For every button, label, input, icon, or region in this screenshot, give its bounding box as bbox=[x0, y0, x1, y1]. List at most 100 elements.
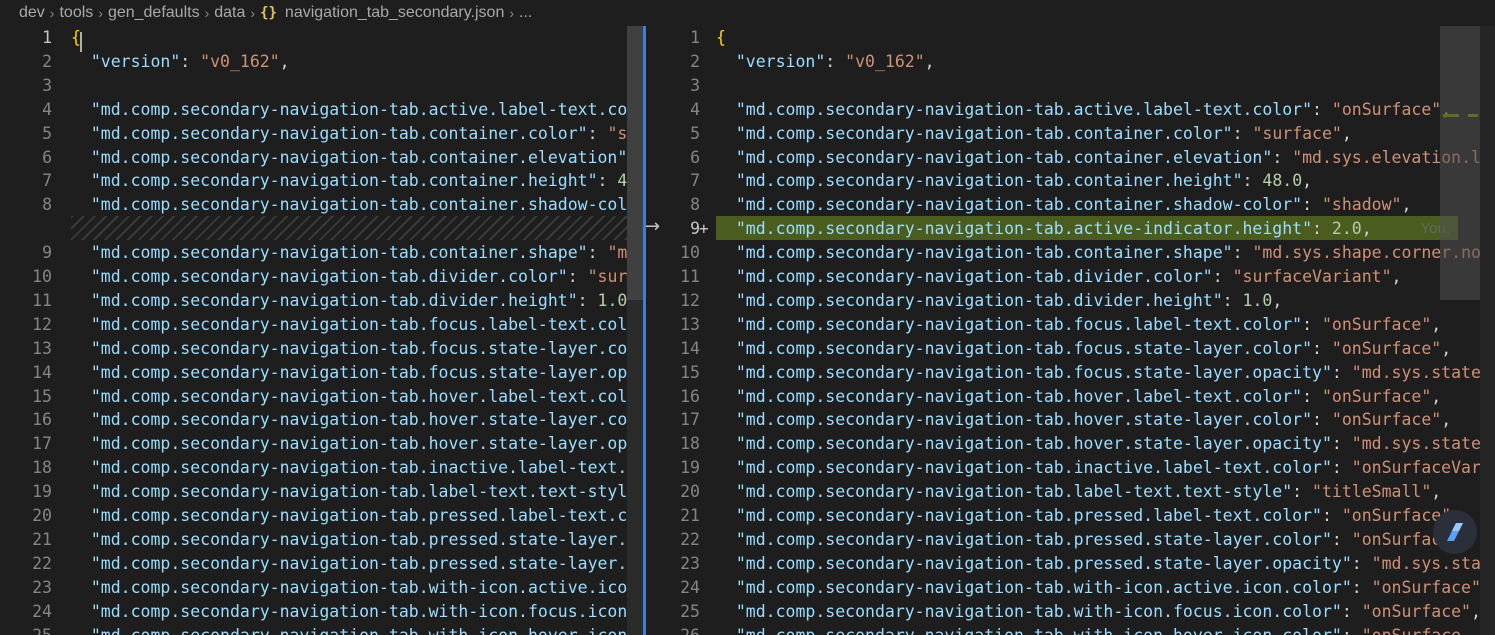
code-line[interactable]: 22 "md.comp.secondary-navigation-tab.pre… bbox=[0, 552, 643, 576]
breadcrumb-item-data[interactable]: data bbox=[214, 4, 245, 22]
json-value: "onSurface" bbox=[1331, 338, 1442, 358]
json-key: "md.comp.secondary-navigation-tab.divide… bbox=[90, 290, 578, 310]
code-line[interactable]: 8 "md.comp.secondary-navigation-tab.cont… bbox=[0, 193, 643, 217]
code-line[interactable]: 26 "md.comp.secondary-navigation-tab.wit… bbox=[648, 624, 1495, 635]
json-key: "md.comp.secondary-navigation-tab.with-i… bbox=[735, 601, 1342, 621]
code-line[interactable]: 3 bbox=[0, 74, 643, 98]
code-line[interactable]: 21 "md.comp.secondary-navigation-tab.pre… bbox=[0, 528, 643, 552]
code-line[interactable]: 20 "md.comp.secondary-navigation-tab.pre… bbox=[0, 504, 643, 528]
code-line[interactable]: 24 "md.comp.secondary-navigation-tab.wit… bbox=[0, 600, 643, 624]
code-line[interactable]: 1{ bbox=[648, 26, 1495, 50]
diff-placeholder-hatch bbox=[71, 216, 643, 240]
line-number: 15 bbox=[32, 386, 52, 406]
copilot-icon[interactable] bbox=[1433, 510, 1477, 554]
code-line[interactable]: 24 "md.comp.secondary-navigation-tab.wit… bbox=[648, 576, 1495, 600]
breadcrumb-item-dev[interactable]: dev bbox=[19, 4, 45, 22]
code-line[interactable]: 2 "version": "v0_162", bbox=[648, 50, 1495, 74]
right-editor-pane[interactable]: 1{2 "version": "v0_162", 3 4 "md.comp.seco… bbox=[648, 26, 1495, 635]
line-number: 13 bbox=[32, 338, 52, 358]
code-line[interactable]: 17 "md.comp.secondary-navigation-tab.hov… bbox=[648, 408, 1495, 432]
json-key: "md.comp.secondary-navigation-tab.contai… bbox=[90, 195, 643, 215]
code-line[interactable]: 15 "md.comp.secondary-navigation-tab.hov… bbox=[0, 385, 643, 409]
code-line[interactable]: 1{ bbox=[0, 26, 643, 50]
breadcrumb: dev › tools › gen_defaults › data › {} n… bbox=[0, 0, 1495, 26]
line-number: 5 bbox=[42, 123, 52, 143]
line-number: 2 bbox=[42, 51, 52, 71]
code-text: "md.comp.secondary-navigation-tab.contai… bbox=[71, 169, 643, 193]
code-line[interactable]: 16 "md.comp.secondary-navigation-tab.hov… bbox=[0, 408, 643, 432]
arrow-right-icon[interactable]: → bbox=[645, 216, 660, 237]
breadcrumb-item-tools[interactable]: tools bbox=[59, 4, 93, 22]
json-key: "md.comp.secondary-navigation-tab.presse… bbox=[90, 553, 643, 573]
code-line[interactable]: 4 "md.comp.secondary-navigation-tab.acti… bbox=[0, 98, 643, 122]
code-line[interactable]: 19 "md.comp.secondary-navigation-tab.ina… bbox=[648, 456, 1495, 480]
line-number: 17 bbox=[32, 434, 52, 454]
code-line[interactable]: 9 + "md.comp.secondary-navigation-tab.act… bbox=[648, 217, 1495, 241]
code-line[interactable]: 2 "version": "v0_162", bbox=[0, 50, 643, 74]
json-key: "md.comp.secondary-navigation-tab.presse… bbox=[735, 506, 1322, 525]
code-line[interactable]: 18 "md.comp.secondary-navigation-tab.ina… bbox=[0, 456, 643, 480]
code-line[interactable]: 8 "md.comp.secondary-navigation-tab.cont… bbox=[648, 193, 1495, 217]
line-number: 3 bbox=[42, 75, 52, 95]
minimap-change-marker bbox=[1468, 114, 1478, 117]
json-key: "md.comp.secondary-navigation-tab.hover.… bbox=[735, 434, 1332, 454]
json-key: "md.comp.secondary-navigation-tab.contai… bbox=[735, 123, 1233, 143]
line-number: 8 bbox=[690, 195, 700, 215]
json-key: "md.comp.secondary-navigation-tab.divide… bbox=[735, 267, 1213, 286]
code-line[interactable]: 11 "md.comp.secondary-navigation-tab.div… bbox=[648, 265, 1495, 289]
code-line[interactable]: 23 "md.comp.secondary-navigation-tab.pre… bbox=[648, 552, 1495, 576]
code-text: "md.comp.secondary-navigation-tab.presse… bbox=[71, 552, 643, 576]
line-number: 23 bbox=[680, 553, 700, 573]
code-line[interactable]: 9 "md.comp.secondary-navigation-tab.cont… bbox=[0, 241, 643, 265]
code-line[interactable]: 4 "md.comp.secondary-navigation-tab.acti… bbox=[648, 98, 1495, 122]
code-line[interactable]: 25 "md.comp.secondary-navigation-tab.wit… bbox=[648, 600, 1495, 624]
breadcrumb-item-symbols[interactable]: ... bbox=[519, 4, 532, 22]
code-line[interactable]: 14 "md.comp.secondary-navigation-tab.foc… bbox=[0, 361, 643, 385]
code-line[interactable]: 25 "md.comp.secondary-navigation-tab.wit… bbox=[0, 624, 643, 635]
chevron-right-icon: › bbox=[509, 5, 515, 21]
code-line[interactable]: 10 "md.comp.secondary-navigation-tab.div… bbox=[0, 265, 643, 289]
code-line[interactable]: 3 bbox=[648, 74, 1495, 98]
code-line[interactable]: 6 "md.comp.secondary-navigation-tab.cont… bbox=[0, 146, 643, 170]
code-line[interactable]: 22 "md.comp.secondary-navigation-tab.pre… bbox=[648, 528, 1495, 552]
code-text: "md.comp.secondary-navigation-tab.with-i… bbox=[716, 624, 1461, 635]
breadcrumb-item-file[interactable]: navigation_tab_secondary.json bbox=[285, 4, 504, 22]
json-key: "md.comp.secondary-navigation-tab.inacti… bbox=[735, 458, 1332, 478]
line-number: 10 bbox=[680, 243, 700, 263]
code-text: "md.comp.secondary-navigation-tab.label-… bbox=[71, 480, 643, 504]
code-line[interactable]: 15 "md.comp.secondary-navigation-tab.foc… bbox=[648, 361, 1495, 385]
comma: , bbox=[924, 51, 935, 71]
comma: , bbox=[1391, 267, 1402, 286]
code-line[interactable]: 7 "md.comp.secondary-navigation-tab.cont… bbox=[648, 169, 1495, 193]
comma: , bbox=[1441, 338, 1452, 358]
code-line[interactable]: 20 "md.comp.secondary-navigation-tab.lab… bbox=[648, 480, 1495, 504]
code-line[interactable]: 5 "md.comp.secondary-navigation-tab.cont… bbox=[0, 122, 643, 146]
code-line[interactable]: 21 "md.comp.secondary-navigation-tab.pre… bbox=[648, 504, 1495, 528]
code-line[interactable]: 7 "md.comp.secondary-navigation-tab.cont… bbox=[0, 169, 643, 193]
code-line[interactable]: 19 "md.comp.secondary-navigation-tab.lab… bbox=[0, 480, 643, 504]
json-value: "v0_162" bbox=[845, 51, 925, 71]
line-number: 11 bbox=[680, 267, 700, 286]
code-line[interactable]: 10 "md.comp.secondary-navigation-tab.con… bbox=[648, 241, 1495, 265]
breadcrumb-item-gen-defaults[interactable]: gen_defaults bbox=[108, 4, 200, 22]
left-scrollbar-thumb[interactable] bbox=[627, 26, 643, 300]
code-line[interactable]: 11 "md.comp.secondary-navigation-tab.div… bbox=[0, 289, 643, 313]
code-line[interactable]: 12 "md.comp.secondary-navigation-tab.foc… bbox=[0, 313, 643, 337]
code-line[interactable]: 6 "md.comp.secondary-navigation-tab.cont… bbox=[648, 146, 1495, 170]
code-line[interactable]: 13 "md.comp.secondary-navigation-tab.foc… bbox=[648, 313, 1495, 337]
code-line[interactable]: 17 "md.comp.secondary-navigation-tab.hov… bbox=[0, 432, 643, 456]
code-text: "md.comp.secondary-navigation-tab.divide… bbox=[735, 267, 1402, 286]
code-line[interactable]: 5 "md.comp.secondary-navigation-tab.cont… bbox=[648, 122, 1495, 146]
code-text: "md.comp.secondary-navigation-tab.contai… bbox=[71, 241, 643, 265]
code-line[interactable]: 14 "md.comp.secondary-navigation-tab.foc… bbox=[648, 337, 1495, 361]
code-line[interactable]: 23 "md.comp.secondary-navigation-tab.wit… bbox=[0, 576, 643, 600]
line-number: 16 bbox=[32, 410, 52, 430]
code-line[interactable]: 12 "md.comp.secondary-navigation-tab.div… bbox=[648, 289, 1495, 313]
code-line[interactable]: 13 "md.comp.secondary-navigation-tab.foc… bbox=[0, 337, 643, 361]
code-line[interactable]: 18 "md.comp.secondary-navigation-tab.hov… bbox=[648, 432, 1495, 456]
right-vertical-scrollbar[interactable] bbox=[1480, 26, 1495, 635]
code-line[interactable]: 16 "md.comp.secondary-navigation-tab.hov… bbox=[648, 385, 1495, 409]
json-key: "md.comp.secondary-navigation-tab.hover.… bbox=[735, 386, 1303, 406]
left-editor-pane[interactable]: 1{2 "version": "v0_162", 3 4 "md.comp.seco… bbox=[0, 26, 643, 635]
code-text: "md.comp.secondary-navigation-tab.focus.… bbox=[735, 338, 1452, 358]
